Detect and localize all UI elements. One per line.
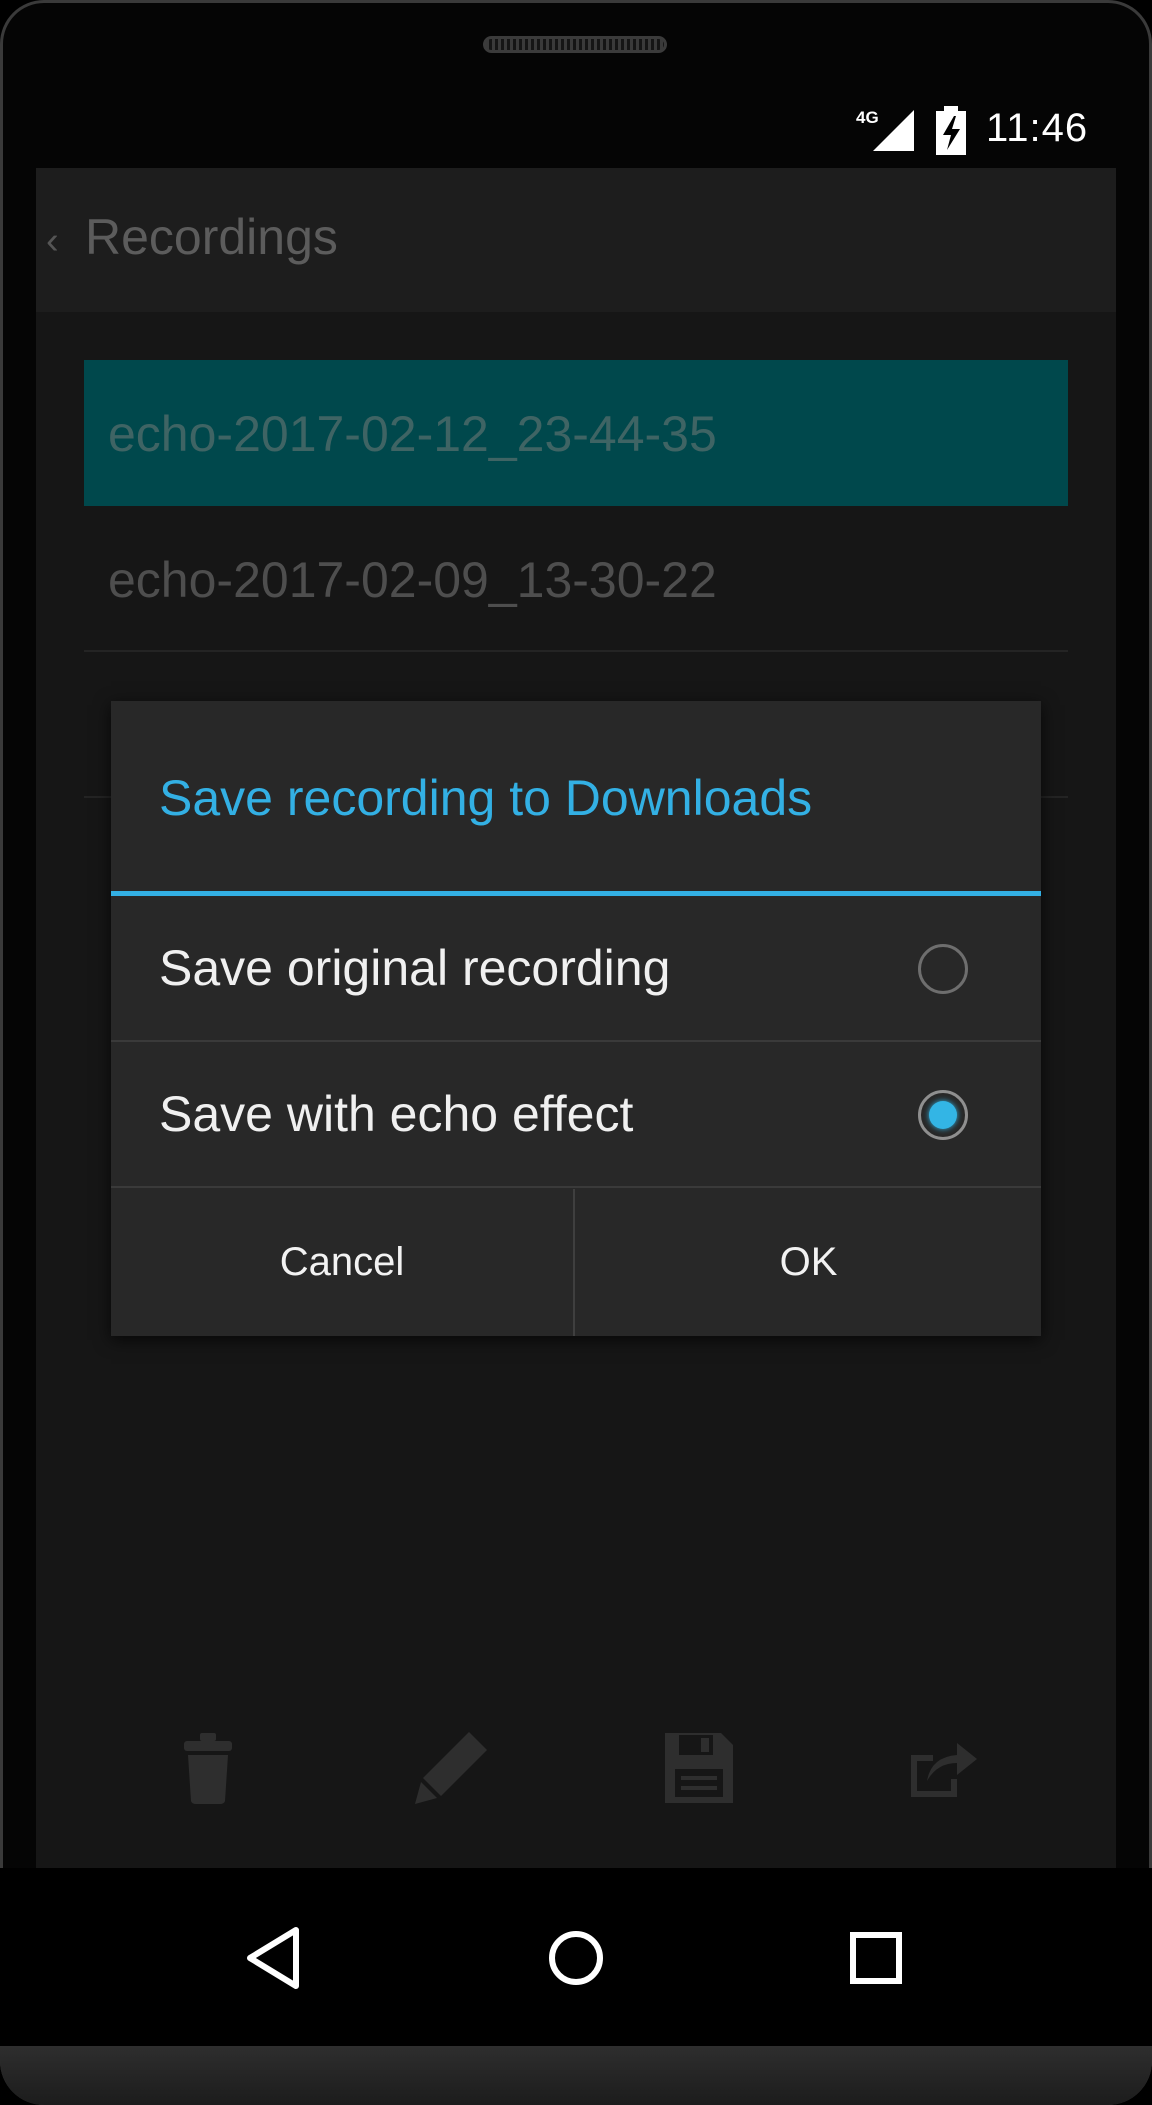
battery-charging-icon <box>936 106 966 155</box>
delete-button[interactable] <box>153 1708 263 1828</box>
radio-checked-icon[interactable] <box>918 1090 968 1140</box>
bottom-bezel <box>0 2046 1152 2105</box>
cancel-button[interactable]: Cancel <box>111 1189 575 1336</box>
action-bar: ‹ Recordings <box>36 168 1116 312</box>
back-triangle-icon[interactable] <box>234 1918 314 1998</box>
dialog-title: Save recording to Downloads <box>159 770 813 826</box>
status-clock: 11:46 <box>986 106 1089 150</box>
save-dialog: Save recording to Downloads Save origina… <box>111 701 1041 1336</box>
save-button[interactable] <box>644 1708 754 1828</box>
page-title[interactable]: Recordings <box>85 208 338 266</box>
navigation-bar <box>0 1868 1152 2046</box>
ok-button[interactable]: OK <box>576 1189 1041 1336</box>
status-bar: 4G 11:46 <box>36 98 1116 168</box>
option-save-original[interactable]: Save original recording <box>111 896 1041 1042</box>
pencil-icon <box>415 1732 487 1804</box>
recording-name: echo-2017-02-12_23-44-35 <box>108 406 717 462</box>
share-icon <box>911 1743 977 1797</box>
recording-name: echo-2017-02-09_13-30-22 <box>108 552 717 608</box>
trash-icon <box>184 1733 232 1804</box>
back-chevron-icon[interactable]: ‹ <box>46 220 59 263</box>
device-frame: 4G 11:46 ‹ Recordings echo-2017-02-12_23… <box>0 0 1152 2105</box>
network-type: 4G <box>856 108 879 127</box>
list-item[interactable]: echo-2017-02-09_13-30-22 <box>84 506 1068 652</box>
option-label: Save with echo effect <box>159 1086 634 1142</box>
share-button[interactable] <box>888 1708 998 1828</box>
radio-unchecked-icon[interactable] <box>918 944 968 994</box>
recents-square-icon[interactable] <box>836 1918 916 1998</box>
save-icon <box>665 1733 733 1803</box>
speaker-grille <box>483 36 667 53</box>
rename-button[interactable] <box>396 1708 506 1828</box>
home-circle-icon[interactable] <box>536 1918 616 1998</box>
list-item[interactable]: echo-2017-02-12_23-44-35 <box>84 360 1068 506</box>
bottom-toolbar <box>36 1708 1116 1828</box>
option-save-echo[interactable]: Save with echo effect <box>111 1042 1041 1188</box>
option-label: Save original recording <box>159 940 671 996</box>
